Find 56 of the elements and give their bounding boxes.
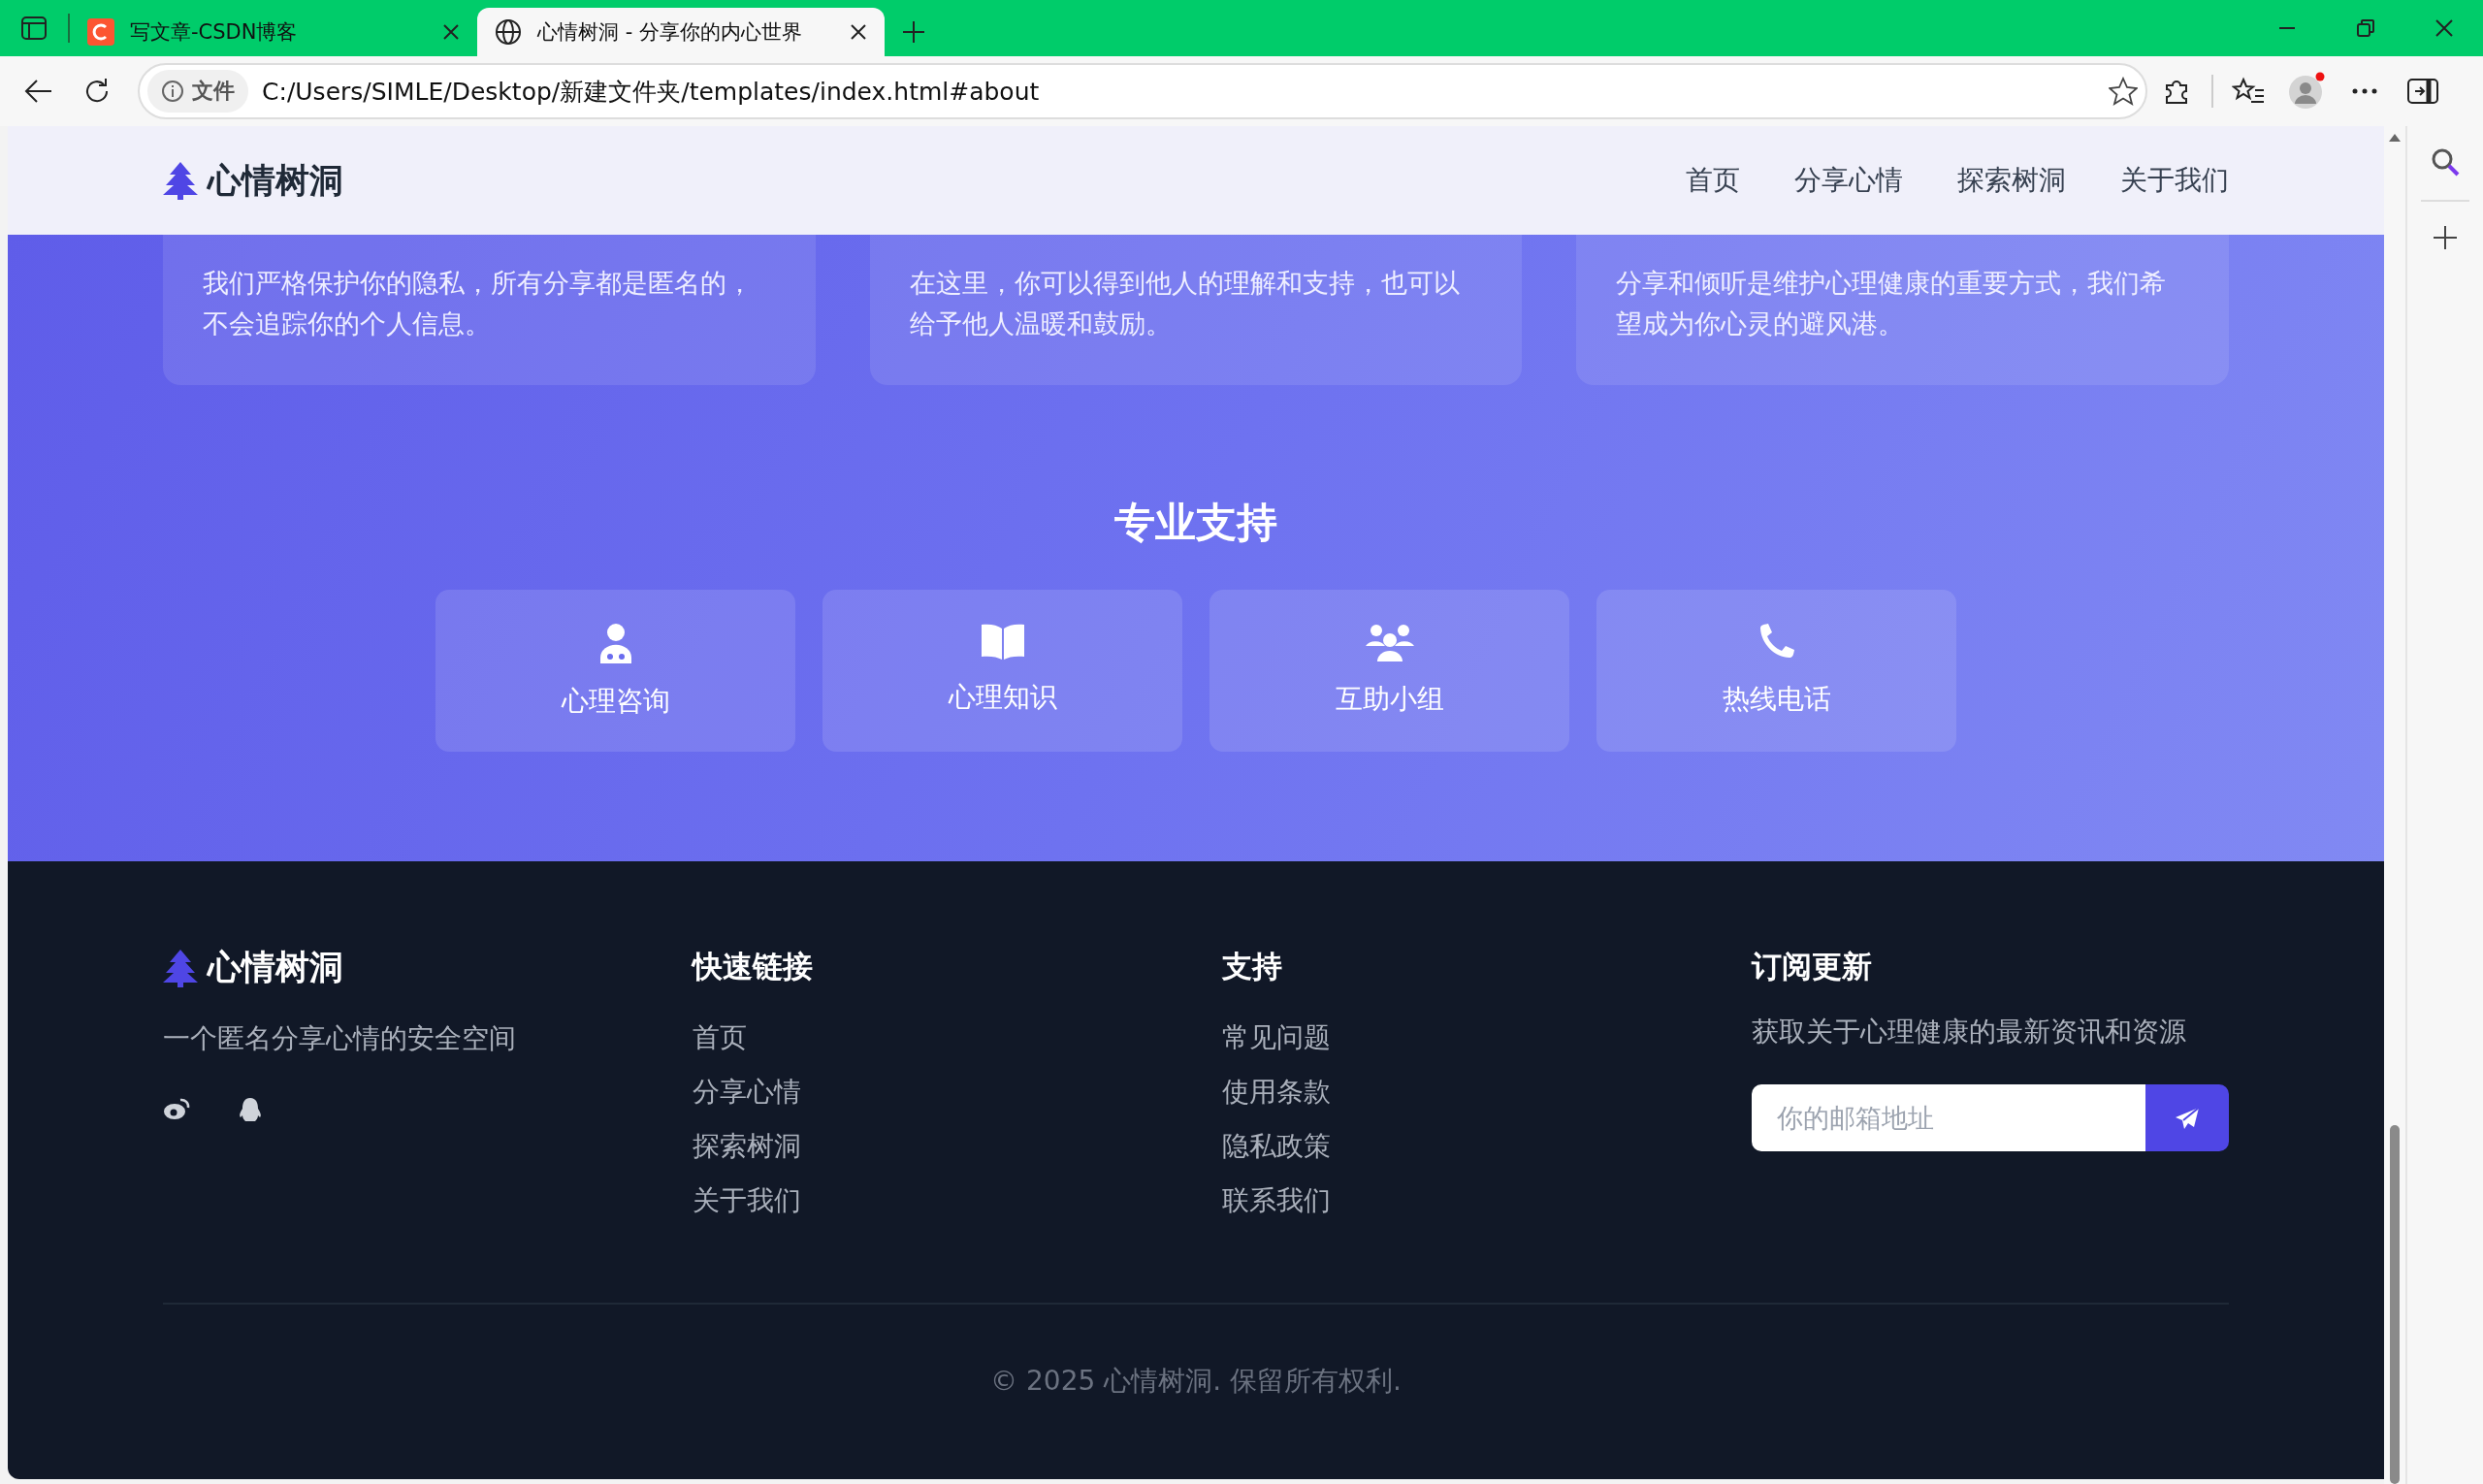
footer-link[interactable]: 隐私政策 [1222, 1119, 1699, 1174]
column-heading: 支持 [1222, 948, 1283, 985]
footer-link[interactable]: 使用条款 [1222, 1065, 1699, 1119]
add-icon[interactable] [902, 20, 925, 44]
footer-link[interactable]: 探索树洞 [693, 1119, 1170, 1174]
sidebar-toggle-icon[interactable] [2407, 79, 2438, 104]
swirl-icon[interactable] [163, 1097, 190, 1120]
favorites-icon[interactable] [2232, 77, 2265, 106]
brand-name: 心情树洞 [208, 159, 343, 202]
penguin-icon[interactable] [239, 1097, 262, 1124]
people-icon [1363, 623, 1416, 661]
section-title: 专业支持 [1113, 498, 1278, 548]
book-icon [979, 623, 1026, 660]
tree-icon [163, 948, 198, 987]
nav-link[interactable]: 关于我们 [2120, 162, 2229, 199]
nav-link[interactable]: 探索树洞 [1957, 162, 2066, 199]
footer-link[interactable]: 常见问题 [1222, 1011, 1699, 1065]
scrollbar-thumb[interactable] [2390, 1125, 2400, 1484]
footer-link[interactable]: 分享心情 [693, 1065, 1170, 1119]
footer-link[interactable]: 关于我们 [693, 1174, 1170, 1228]
scroll-up-icon[interactable] [2389, 134, 2401, 142]
card-text: 在这里，你可以得到他人的理解和支持，也可以给予他人温暖和鼓励。 [909, 267, 1461, 340]
info-icon[interactable] [161, 80, 184, 103]
browser-tab[interactable]: 写文章-CSDN博客 [70, 8, 477, 56]
card-text: 分享和倾听是维护心理健康的重要方式，我们希望成为你心灵的避风港。 [1616, 267, 2168, 340]
avatar-icon[interactable] [2287, 72, 2326, 111]
address-bar[interactable]: 文件 C:/Users/SIMLE/Desktop/新建文件夹/templates/index.html#about [138, 63, 2147, 119]
send-icon [2175, 1106, 2200, 1130]
tree-icon [163, 161, 198, 200]
search-icon[interactable] [2431, 147, 2460, 177]
footer-link[interactable]: 首页 [693, 1011, 1170, 1065]
browser-tab[interactable]: 心情树洞 - 分享你的内心世界 [477, 8, 885, 56]
column-heading: 快速链接 [693, 948, 814, 985]
star-icon[interactable] [2109, 77, 2138, 106]
nav-link[interactable]: 分享心情 [1794, 162, 1903, 199]
send-button[interactable] [2145, 1084, 2229, 1151]
card-text: 我们严格保护你的隐私，所有分享都是匿名的，不会追踪你的个人信息。 [203, 267, 754, 340]
close-icon[interactable] [850, 23, 867, 41]
close-icon[interactable] [442, 23, 460, 41]
more-icon[interactable] [2350, 87, 2379, 95]
c-logo-icon [87, 18, 114, 46]
file-label: 文件 [192, 78, 235, 105]
url-text: C:/Users/SIMLE/Desktop/新建文件夹/templates/index.html#about [262, 76, 1041, 108]
back-icon[interactable] [24, 79, 53, 104]
email-field[interactable]: 你的邮箱地址 [1752, 1084, 2145, 1151]
column-heading: 订阅更新 [1752, 948, 1873, 985]
add-icon[interactable] [2433, 225, 2458, 250]
nav-link[interactable]: 首页 [1686, 162, 1740, 199]
footer-link[interactable]: 联系我们 [1222, 1174, 1699, 1228]
brand-name: 心情树洞 [208, 947, 343, 988]
globe-icon [495, 18, 522, 46]
copyright: © 2025 心情树洞. 保留所有权利. [989, 1364, 1403, 1399]
sidebar-icon[interactable] [21, 16, 47, 40]
support-card[interactable]: 心理咨询 [435, 590, 795, 752]
tagline: 一个匿名分享心情的安全空间 [163, 1021, 517, 1056]
subscribe-text: 获取关于心理健康的最新资讯和资源 [1752, 1015, 2187, 1049]
